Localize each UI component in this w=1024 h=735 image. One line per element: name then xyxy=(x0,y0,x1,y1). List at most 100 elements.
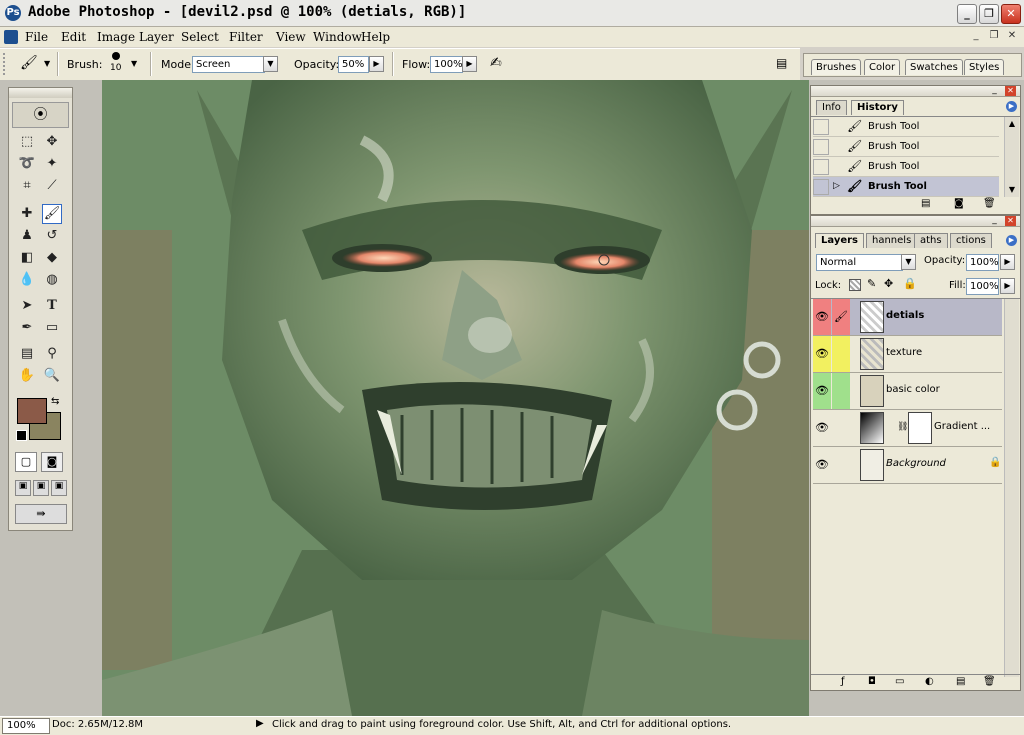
scroll-up-icon[interactable]: ▲ xyxy=(1005,117,1019,131)
stamp-icon[interactable]: ♟ xyxy=(17,226,37,246)
snapshot-source-box[interactable] xyxy=(813,179,829,195)
lock-transparency-icon[interactable] xyxy=(849,279,861,291)
pen-icon[interactable]: ✒ xyxy=(17,318,37,338)
history-item[interactable]: 🖌 Brush Tool xyxy=(813,117,999,137)
tab-channels[interactable]: hannels xyxy=(866,233,918,248)
hand-icon[interactable]: ✋ xyxy=(17,366,37,386)
opacity-input[interactable]: 50% xyxy=(338,56,369,73)
standard-mode-icon[interactable]: ▢ xyxy=(15,452,37,472)
doc-restore-button[interactable]: ❐ xyxy=(987,30,1001,43)
blend-mode-dropdown-icon[interactable]: ▼ xyxy=(901,254,916,270)
new-layer-icon[interactable]: ▤ xyxy=(956,676,965,687)
close-button[interactable]: ✕ xyxy=(1001,4,1021,24)
screen-mode-full-menu-icon[interactable]: ▣ xyxy=(33,480,49,496)
airbrush-icon[interactable]: ✍ xyxy=(490,55,512,73)
dodge-icon[interactable]: ◍ xyxy=(42,270,62,290)
well-tab-swatches[interactable]: Swatches xyxy=(905,59,963,75)
restore-button[interactable]: ❐ xyxy=(979,4,999,24)
type-icon[interactable]: T xyxy=(42,296,62,316)
flow-input[interactable]: 100% xyxy=(430,56,463,73)
screen-mode-full-icon[interactable]: ▣ xyxy=(51,480,67,496)
tab-info[interactable]: Info xyxy=(816,100,847,115)
swap-colors-icon[interactable]: ⇆ xyxy=(51,396,59,407)
snapshot-source-box[interactable] xyxy=(813,139,829,155)
visibility-eye-icon[interactable]: 👁 xyxy=(813,447,831,483)
layer-link-box[interactable] xyxy=(832,410,850,446)
layers-close-icon[interactable]: ✕ xyxy=(1005,216,1016,226)
opacity-slider-icon[interactable]: ▶ xyxy=(369,56,384,72)
layer-opacity-input[interactable]: 100% xyxy=(966,254,999,271)
path-select-icon[interactable]: ➤ xyxy=(17,296,37,316)
jump-to-imageready-icon[interactable]: ⇛ xyxy=(15,504,67,524)
new-group-icon[interactable]: ▭ xyxy=(895,676,904,687)
visibility-eye-icon[interactable]: 👁 xyxy=(813,299,831,335)
layer-row-texture[interactable]: 👁 texture xyxy=(813,336,1002,373)
history-minimize-icon[interactable]: _ xyxy=(989,86,1000,96)
snapshot-source-box[interactable] xyxy=(813,159,829,175)
adjustment-layer-icon[interactable]: ◐ xyxy=(925,676,934,687)
bucket-icon[interactable]: ◆ xyxy=(42,248,62,268)
palette-toggle-icon[interactable]: ▤ xyxy=(776,56,790,70)
scroll-down-icon[interactable]: ▼ xyxy=(1005,183,1019,197)
adobe-online-icon[interactable]: ⦿ xyxy=(12,102,69,128)
default-colors-icon[interactable] xyxy=(16,430,27,441)
layer-style-icon[interactable]: ƒ xyxy=(841,676,845,687)
menu-select[interactable]: Select xyxy=(181,30,219,44)
layer-row-gradient[interactable]: 👁 ⛓ Gradient ... xyxy=(813,410,1002,447)
menu-edit[interactable]: Edit xyxy=(61,30,86,44)
tab-actions[interactable]: ctions xyxy=(950,233,992,248)
doc-close-button[interactable]: ✕ xyxy=(1005,30,1019,43)
brush-preset-icon[interactable]: 🖌 xyxy=(20,55,40,73)
history-state-slider-icon[interactable]: ▷ xyxy=(833,177,840,196)
lock-position-icon[interactable]: ✥ xyxy=(884,277,893,290)
fill-slider-icon[interactable]: ▶ xyxy=(1000,278,1015,294)
tab-paths[interactable]: aths xyxy=(914,233,948,248)
screen-mode-standard-icon[interactable]: ▣ xyxy=(15,480,31,496)
new-document-from-state-icon[interactable]: ▤ xyxy=(921,198,930,209)
layer-opacity-slider-icon[interactable]: ▶ xyxy=(1000,254,1015,270)
menu-view[interactable]: View xyxy=(276,30,306,44)
layer-row-basic-color[interactable]: 👁 basic color xyxy=(813,373,1002,410)
shape-icon[interactable]: ▭ xyxy=(42,318,62,338)
layer-row-background[interactable]: 👁 Background 🔒 xyxy=(813,447,1002,484)
minimize-button[interactable]: _ xyxy=(957,4,977,24)
tab-history[interactable]: History xyxy=(851,100,904,115)
preset-dropdown-arrow-icon[interactable]: ▼ xyxy=(44,59,50,68)
well-tab-styles[interactable]: Styles xyxy=(964,59,1005,75)
crop-icon[interactable]: ⌗ xyxy=(17,176,37,196)
toolbox-title-bar[interactable] xyxy=(9,88,72,98)
visibility-eye-icon[interactable]: 👁 xyxy=(813,336,831,372)
flow-slider-icon[interactable]: ▶ xyxy=(462,56,477,72)
mode-select[interactable]: Screen xyxy=(192,56,265,73)
visibility-eye-icon[interactable]: 👁 xyxy=(813,410,831,446)
menu-file[interactable]: File xyxy=(25,30,48,44)
magic-wand-icon[interactable]: ✦ xyxy=(42,154,62,174)
add-mask-icon[interactable]: ◘ xyxy=(868,676,876,687)
brush-dropdown-arrow-icon[interactable]: ▼ xyxy=(131,59,137,68)
layers-menu-icon[interactable]: ▶ xyxy=(1006,235,1017,246)
history-close-icon[interactable]: ✕ xyxy=(1005,86,1016,96)
history-item-current[interactable]: ▷ 🖌 Brush Tool xyxy=(813,177,999,197)
lock-image-icon[interactable]: ✎ xyxy=(867,277,876,290)
layer-link-box[interactable] xyxy=(832,373,850,409)
history-item[interactable]: 🖌 Brush Tool xyxy=(813,157,999,177)
brush-tip-icon[interactable] xyxy=(112,52,120,60)
marquee-icon[interactable]: ⬚ xyxy=(17,132,37,152)
well-tab-color[interactable]: Color xyxy=(864,59,901,75)
healing-icon[interactable]: ✚ xyxy=(17,204,37,224)
menu-help[interactable]: Help xyxy=(361,30,390,44)
well-tab-brushes[interactable]: Brushes xyxy=(811,59,862,75)
history-menu-icon[interactable]: ▶ xyxy=(1006,101,1017,112)
status-arrow-icon[interactable]: ▶ xyxy=(256,718,264,729)
doc-minimize-button[interactable]: _ xyxy=(969,30,983,43)
menu-image[interactable]: Image xyxy=(97,30,135,44)
grip-handle[interactable] xyxy=(3,53,9,75)
history-scrollbar[interactable]: ▲ ▼ xyxy=(1004,117,1019,197)
menu-layer[interactable]: Layer xyxy=(139,30,174,44)
menu-filter[interactable]: Filter xyxy=(229,30,263,44)
visibility-eye-icon[interactable]: 👁 xyxy=(813,373,831,409)
fill-input[interactable]: 100% xyxy=(966,278,999,295)
foreground-color-swatch[interactable] xyxy=(17,398,47,424)
slice-icon[interactable]: ⟋ xyxy=(42,176,62,196)
move-icon[interactable]: ✥ xyxy=(42,132,62,152)
